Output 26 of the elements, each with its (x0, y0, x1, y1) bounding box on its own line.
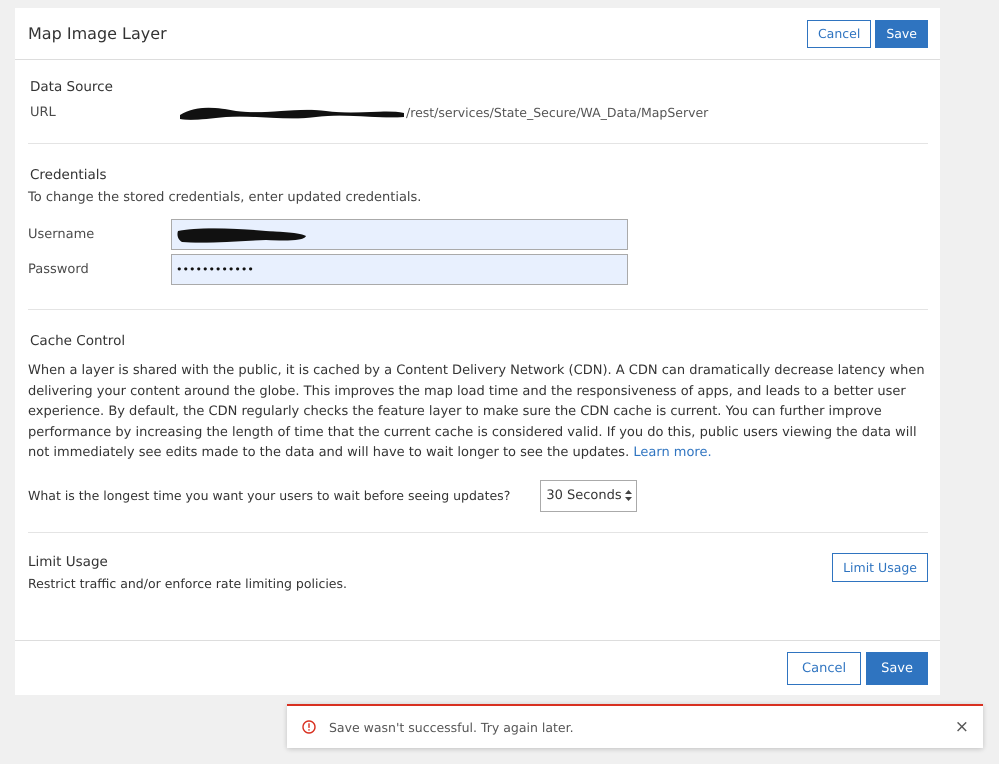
save-button[interactable]: Save (875, 20, 928, 48)
section-description: To change the stored credentials, enter updated credentials. (28, 190, 422, 205)
question-text: What is the longest time you want your users to wait before seeing updates? (28, 488, 510, 503)
cache-time-select[interactable]: 30 Seconds (540, 480, 638, 512)
save-button[interactable]: Save (866, 652, 928, 685)
cancel-button[interactable]: Cancel (787, 652, 862, 685)
description-paragraph: When a layer is shared with the public, it is cached by a Content Delivery Network (CDN). A CDN can dramatically decrease latency when delivering your content around the globe. This improves the map load time and the responsiveness of apps, and leads to a better user experience. By default, the CDN regularly checks the feature layer to make sure the CDN cache is current. You can further improve performance by increasing the length of time that the current cache is considered valid. If you do this, public users viewing the data will not immediately see edits made to the data and will have to wait longer to see the updates. Learn more. (28, 362, 926, 462)
section-heading: Limit Usage (28, 554, 109, 570)
toast-message: Save wasn't successful. Try again later. (329, 720, 575, 734)
cancel-button[interactable]: Cancel (806, 20, 872, 48)
username-label: Username (28, 227, 96, 242)
password-label: Password (28, 262, 90, 277)
url-value: /rest/services/State_Secure/WA_Data/MapServer (406, 104, 708, 120)
url-label: URL (30, 104, 57, 120)
password-field[interactable]: •••••••••••• (171, 254, 628, 285)
section-heading: Data Source (30, 79, 114, 95)
username-field[interactable] (171, 219, 628, 250)
section-heading: Cache Control (30, 333, 126, 349)
section-heading: Credentials (30, 167, 108, 183)
section-description: Restrict traffic and/or enforce rate limiting policies. (28, 576, 347, 590)
sort-caret-icon (625, 490, 632, 501)
page-title: Map Image Layer (28, 24, 167, 43)
limit-usage-button[interactable]: Limit Usage (832, 552, 928, 582)
error-icon (302, 720, 316, 734)
learn-more-link[interactable]: Learn more. (633, 445, 712, 460)
close-button[interactable]: × (954, 717, 969, 737)
